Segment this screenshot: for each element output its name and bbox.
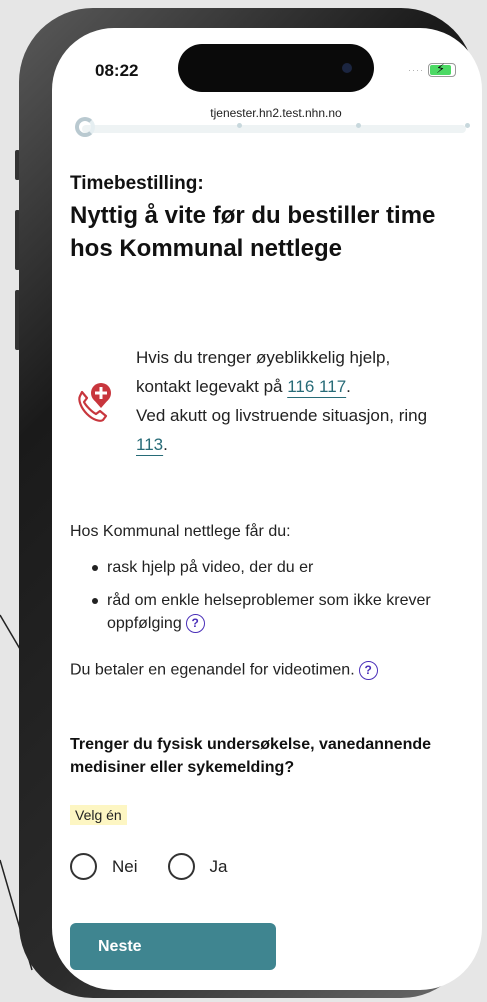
radio-option-nei[interactable]: Nei [70, 853, 138, 880]
urgent-help-text: Hvis du trenger øyeblikkelig hjelp, kont… [136, 348, 428, 454]
question-label: Trenger du fysisk undersøkelse, vanedann… [70, 736, 432, 776]
benefit-list: rask hjelp på video, der du er råd om en… [92, 556, 462, 645]
question-hint: Velg én [70, 805, 127, 825]
dynamic-island [178, 44, 374, 92]
phone-screen: 08:22 ···· ⚡ tjenester.hn2.test.nhn.no T… [52, 28, 482, 990]
list-item: råd om enkle helseproblemer som ikke kre… [92, 589, 462, 635]
page-title: Nyttig å vite før du bestiller time hos … [70, 202, 436, 262]
legevakt-phone-link[interactable]: 116 117 [287, 377, 346, 396]
battery-icon: ⚡ [428, 61, 456, 77]
charging-bolt-icon: ⚡ [436, 61, 446, 76]
phone-medical-icon [78, 383, 111, 422]
radio-button[interactable] [167, 853, 195, 880]
loading-progress-track [82, 125, 466, 133]
browser-url-bar[interactable]: tjenester.hn2.test.nhn.no [72, 103, 480, 143]
emergency-phone-link[interactable]: 113 [136, 435, 163, 454]
loading-spinner-icon [75, 117, 95, 137]
radio-option-ja[interactable]: Ja [167, 853, 227, 880]
page-eyebrow: Timebestilling: [70, 173, 204, 194]
status-time: 08:22 [95, 61, 139, 80]
radio-group: Nei Ja [70, 853, 257, 880]
next-button[interactable]: Neste [70, 923, 276, 970]
status-indicators: ···· ⚡ [408, 61, 456, 77]
benefits-intro: Hos Kommunal nettlege får du: [70, 523, 291, 540]
list-item: rask hjelp på video, der du er [92, 556, 462, 579]
help-icon[interactable]: ? [185, 614, 205, 634]
url-text[interactable]: tjenester.hn2.test.nhn.no [72, 106, 480, 120]
main-content: Timebestilling: Nyttig å vite før du bes… [70, 173, 470, 970]
help-icon[interactable]: ? [358, 661, 378, 680]
signal-icon: ···· [408, 65, 424, 75]
radio-button[interactable] [70, 853, 97, 880]
fee-info: Du betaler en egenandel for videotimen.? [70, 661, 378, 680]
phone-frame: 08:22 ···· ⚡ tjenester.hn2.test.nhn.no T… [19, 8, 482, 998]
camera-icon [342, 63, 352, 73]
